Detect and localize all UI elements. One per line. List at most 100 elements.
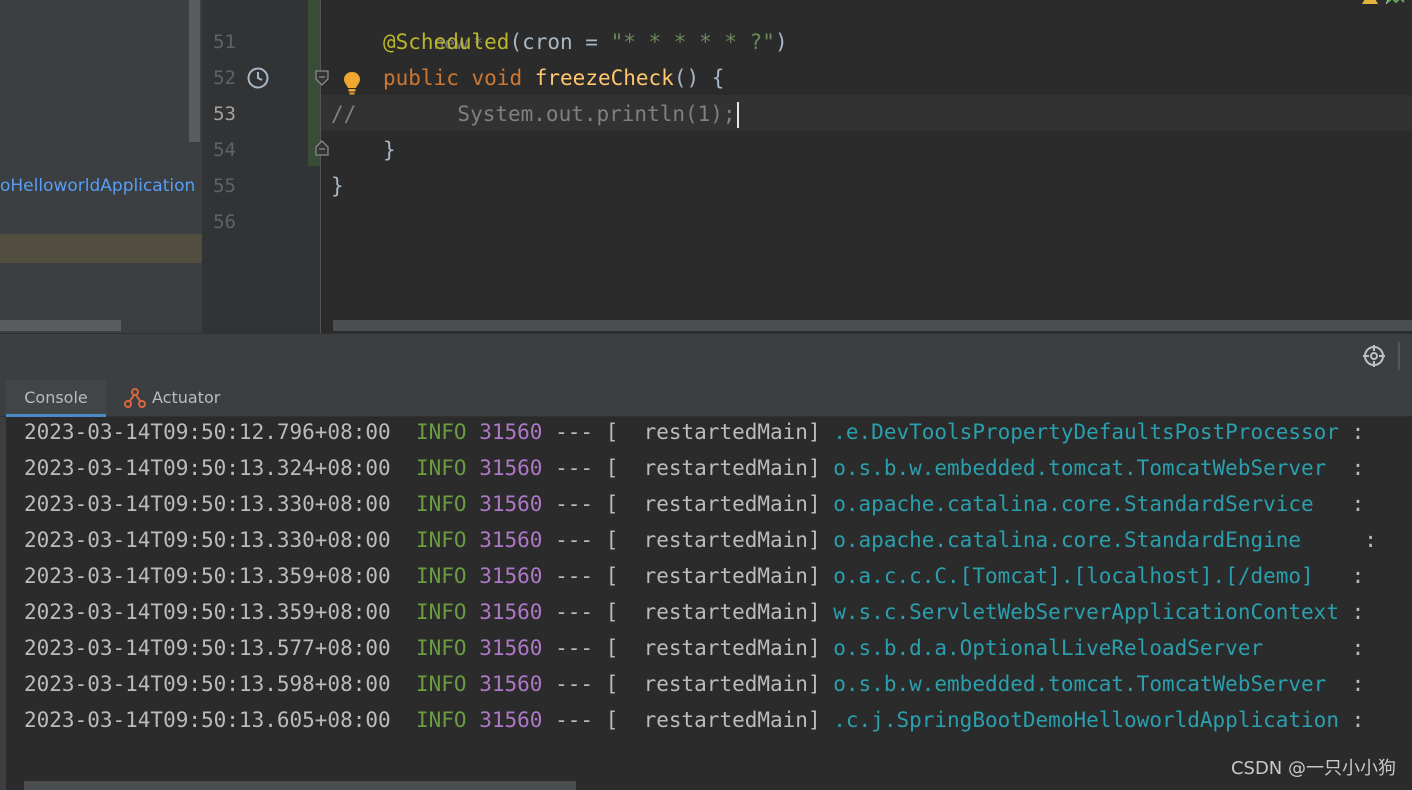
- log-thread: [ restartedMain]: [605, 636, 821, 660]
- line-number: 56: [213, 211, 236, 233]
- log-line[interactable]: 2023-03-14T09:50:13.605+08:00 INFO 31560…: [24, 706, 1364, 742]
- code-line-53[interactable]: // System.out.println(1);: [331, 96, 739, 132]
- log-pid: 31560: [479, 636, 543, 660]
- line-number-current: 53: [213, 103, 236, 125]
- gutter-separator: [320, 0, 321, 333]
- log-colon: :: [1351, 708, 1365, 732]
- log-thread: [ restartedMain]: [605, 456, 821, 480]
- log-line[interactable]: 2023-03-14T09:50:13.598+08:00 INFO 31560…: [24, 670, 1364, 706]
- log-separator: ---: [555, 564, 593, 588]
- console-horizontal-scrollbar[interactable]: [24, 781, 576, 790]
- text-caret: [736, 102, 739, 128]
- console-output[interactable]: 2023-03-14T09:50:12.796+08:00 INFO 31560…: [0, 417, 1412, 790]
- warning-icon[interactable]: [1362, 0, 1378, 6]
- log-line[interactable]: 2023-03-14T09:50:13.330+08:00 INFO 31560…: [24, 526, 1377, 562]
- log-timestamp: 2023-03-14T09:50:13.605+08:00: [24, 708, 391, 732]
- code-line-54[interactable]: }: [383, 132, 396, 168]
- lightbulb-icon[interactable]: [342, 70, 362, 96]
- log-timestamp: 2023-03-14T09:50:13.330+08:00: [24, 528, 391, 552]
- log-thread: [ restartedMain]: [605, 672, 821, 696]
- fold-marker-end-icon[interactable]: [314, 139, 330, 157]
- code-token: () {: [673, 66, 725, 90]
- tab-actuator-label: Actuator: [152, 388, 221, 407]
- log-logger: o.s.b.w.embedded.tomcat.TomcatWebServer: [833, 672, 1327, 696]
- log-colon: :: [1351, 456, 1365, 480]
- code-line-51[interactable]: @Scheduled(cron = "* * * * * ?"): [383, 24, 788, 60]
- log-pid: 31560: [479, 456, 543, 480]
- log-thread: [ restartedMain]: [605, 708, 821, 732]
- log-colon: :: [1351, 492, 1365, 516]
- tab-console-label: Console: [24, 388, 88, 407]
- console-left-gutter: [0, 417, 6, 790]
- code-editor[interactable]: 51 52 53 54 55 56 new * @Scheduled(cron …: [202, 0, 1412, 333]
- line-number: 54: [213, 139, 236, 161]
- log-level: INFO: [415, 456, 467, 480]
- code-token: }: [383, 138, 396, 162]
- log-timestamp: 2023-03-14T09:50:13.324+08:00: [24, 456, 391, 480]
- code-line-52[interactable]: public void freezeCheck() {: [383, 60, 724, 96]
- locate-target-icon[interactable]: [1362, 344, 1386, 368]
- log-line[interactable]: 2023-03-14T09:50:12.796+08:00 INFO 31560…: [24, 418, 1364, 454]
- log-colon: :: [1351, 564, 1365, 588]
- editor-horizontal-scrollbar[interactable]: [333, 320, 1412, 331]
- tab-actuator[interactable]: Actuator: [122, 380, 220, 417]
- log-level: INFO: [415, 636, 467, 660]
- log-pid: 31560: [479, 672, 543, 696]
- log-level: INFO: [415, 600, 467, 624]
- code-token: }: [331, 174, 344, 198]
- log-thread: [ restartedMain]: [605, 564, 821, 588]
- log-logger: o.apache.catalina.core.StandardService: [833, 492, 1314, 516]
- comment-token: // System.out.println(1);: [331, 102, 736, 126]
- fold-marker-icon[interactable]: [314, 69, 330, 87]
- annotation-token: @Scheduled: [383, 30, 510, 54]
- log-colon: :: [1351, 636, 1365, 660]
- log-separator: ---: [555, 420, 593, 444]
- log-colon: :: [1351, 420, 1365, 444]
- log-line[interactable]: 2023-03-14T09:50:13.330+08:00 INFO 31560…: [24, 490, 1364, 526]
- log-timestamp: 2023-03-14T09:50:13.577+08:00: [24, 636, 391, 660]
- typo-icon[interactable]: [1388, 0, 1406, 6]
- log-separator: ---: [555, 708, 593, 732]
- log-logger: w.s.c.ServletWebServerApplicationContext: [833, 600, 1339, 624]
- keyword-token: public: [383, 66, 459, 90]
- run-tool-window-header: [0, 333, 1412, 380]
- method-name-token: freezeCheck: [534, 66, 674, 90]
- log-logger: o.s.b.w.embedded.tomcat.TomcatWebServer: [833, 456, 1327, 480]
- keyword-token: void: [471, 66, 523, 90]
- project-tree-selected-row[interactable]: [0, 234, 202, 263]
- log-pid: 31560: [479, 600, 543, 624]
- log-logger: o.apache.catalina.core.StandardEngine: [833, 528, 1302, 552]
- watermark: CSDN @一只小小狗: [1230, 758, 1396, 779]
- log-colon: :: [1364, 528, 1377, 552]
- code-token: (cron =: [509, 30, 611, 54]
- log-level: INFO: [415, 708, 467, 732]
- log-timestamp: 2023-03-14T09:50:12.796+08:00: [24, 420, 391, 444]
- log-level: INFO: [415, 672, 467, 696]
- editor-gutter: 51 52 53 54 55 56: [202, 0, 329, 333]
- log-pid: 31560: [479, 420, 543, 444]
- tab-console[interactable]: Console: [6, 380, 106, 417]
- project-panel: oHelloworldApplication: [0, 0, 202, 333]
- log-separator: ---: [555, 528, 593, 552]
- string-token: "* * * * * ?": [610, 30, 775, 54]
- project-vertical-scrollbar[interactable]: [189, 0, 200, 142]
- log-colon: :: [1351, 600, 1365, 624]
- scheduled-clock-icon[interactable]: [246, 66, 270, 90]
- log-line[interactable]: 2023-03-14T09:50:13.359+08:00 INFO 31560…: [24, 598, 1364, 634]
- log-line[interactable]: 2023-03-14T09:50:13.577+08:00 INFO 31560…: [24, 634, 1364, 670]
- log-line[interactable]: 2023-03-14T09:50:13.324+08:00 INFO 31560…: [24, 454, 1364, 490]
- project-horizontal-scrollbar[interactable]: [0, 320, 121, 331]
- log-line[interactable]: 2023-03-14T09:50:13.359+08:00 INFO 31560…: [24, 562, 1364, 598]
- log-pid: 31560: [479, 528, 543, 552]
- log-timestamp: 2023-03-14T09:50:13.598+08:00: [24, 672, 391, 696]
- log-timestamp: 2023-03-14T09:50:13.330+08:00: [24, 492, 391, 516]
- log-thread: [ restartedMain]: [605, 528, 821, 552]
- line-number: 51: [213, 31, 236, 53]
- project-tree-item[interactable]: oHelloworldApplication: [0, 176, 195, 196]
- code-token: ): [774, 30, 788, 54]
- tool-window-tabs: Console Actuator: [0, 380, 1412, 417]
- log-separator: ---: [555, 672, 593, 696]
- log-logger: o.a.c.c.C.[Tomcat].[localhost].[/demo]: [833, 564, 1314, 588]
- code-line-55[interactable]: }: [331, 168, 344, 204]
- log-level: INFO: [415, 564, 467, 588]
